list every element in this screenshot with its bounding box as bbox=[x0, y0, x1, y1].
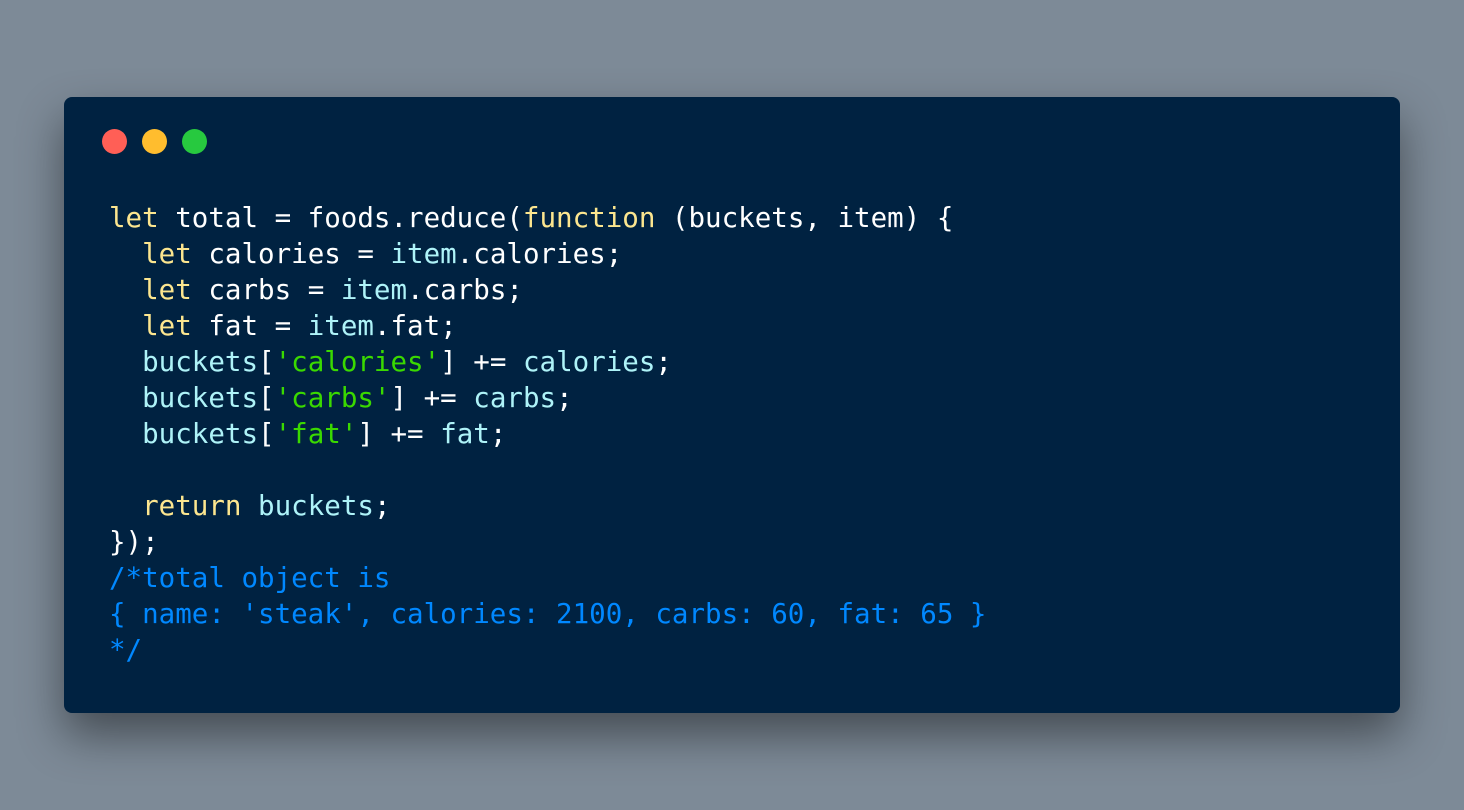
variable-token: buckets bbox=[142, 418, 259, 450]
variable-token: calories bbox=[522, 346, 656, 378]
minimize-button[interactable] bbox=[142, 129, 167, 154]
keyword-token: let bbox=[142, 310, 192, 342]
comment-token: { name: 'steak', calories: 2100, carbs: … bbox=[109, 598, 987, 630]
code-token: ; bbox=[373, 490, 391, 522]
code-line: buckets['carbs'] += carbs; bbox=[109, 380, 987, 416]
keyword-token: function bbox=[522, 202, 656, 234]
code-line: /*total object is bbox=[109, 560, 987, 596]
variable-token: fat bbox=[440, 418, 490, 450]
code-line: }); bbox=[109, 524, 987, 560]
variable-token: buckets bbox=[142, 346, 259, 378]
code-token: .fat; bbox=[373, 310, 457, 342]
code-token: ; bbox=[655, 346, 672, 378]
code-token: [ bbox=[258, 382, 275, 414]
code-token: total = foods.reduce( bbox=[158, 202, 523, 234]
window-controls bbox=[102, 129, 207, 154]
code-token: (buckets, item) { bbox=[655, 202, 954, 234]
code-line: buckets['calories'] += calories; bbox=[109, 344, 987, 380]
code-token: calories = bbox=[191, 238, 391, 270]
code-token: .carbs; bbox=[407, 274, 523, 306]
code-line: return buckets; bbox=[109, 488, 987, 524]
code-token: ; bbox=[556, 382, 573, 414]
code-token: ] += bbox=[390, 382, 474, 414]
code-line: let total = foods.reduce(function (bucke… bbox=[109, 200, 987, 236]
close-button[interactable] bbox=[102, 129, 127, 154]
code-token: .calories; bbox=[456, 238, 623, 270]
code-line: let calories = item.calories; bbox=[109, 236, 987, 272]
code-token: fat = bbox=[191, 310, 308, 342]
keyword-token: let bbox=[109, 202, 159, 234]
variable-token: item bbox=[340, 274, 408, 306]
variable-token: buckets bbox=[258, 490, 374, 522]
keyword-token: let bbox=[142, 274, 192, 306]
code-block: let total = foods.reduce(function (bucke… bbox=[109, 200, 987, 668]
code-line: */ bbox=[109, 632, 987, 668]
comment-token: */ bbox=[109, 634, 143, 666]
code-token: ] += bbox=[440, 346, 523, 378]
variable-token: buckets bbox=[142, 382, 259, 414]
string-token: 'calories' bbox=[274, 346, 441, 378]
code-token: ; bbox=[489, 418, 507, 450]
code-token: carbs = bbox=[191, 274, 341, 306]
code-token: [ bbox=[258, 418, 275, 450]
code-token: [ bbox=[258, 346, 275, 378]
string-token: 'fat' bbox=[274, 418, 358, 450]
code-token: }); bbox=[109, 526, 159, 558]
keyword-token: return bbox=[142, 490, 242, 522]
code-line: let fat = item.fat; bbox=[109, 308, 987, 344]
variable-token: carbs bbox=[473, 382, 557, 414]
code-token: ] += bbox=[357, 418, 441, 450]
code-line: let carbs = item.carbs; bbox=[109, 272, 987, 308]
code-line: buckets['fat'] += fat; bbox=[109, 416, 987, 452]
comment-token: /*total object is bbox=[109, 562, 391, 594]
zoom-button[interactable] bbox=[182, 129, 207, 154]
variable-token: item bbox=[390, 238, 457, 270]
keyword-token: let bbox=[142, 238, 192, 270]
variable-token: item bbox=[307, 310, 374, 342]
code-window: let total = foods.reduce(function (bucke… bbox=[64, 97, 1400, 713]
code-line: { name: 'steak', calories: 2100, carbs: … bbox=[109, 596, 987, 632]
string-token: 'carbs' bbox=[274, 382, 391, 414]
